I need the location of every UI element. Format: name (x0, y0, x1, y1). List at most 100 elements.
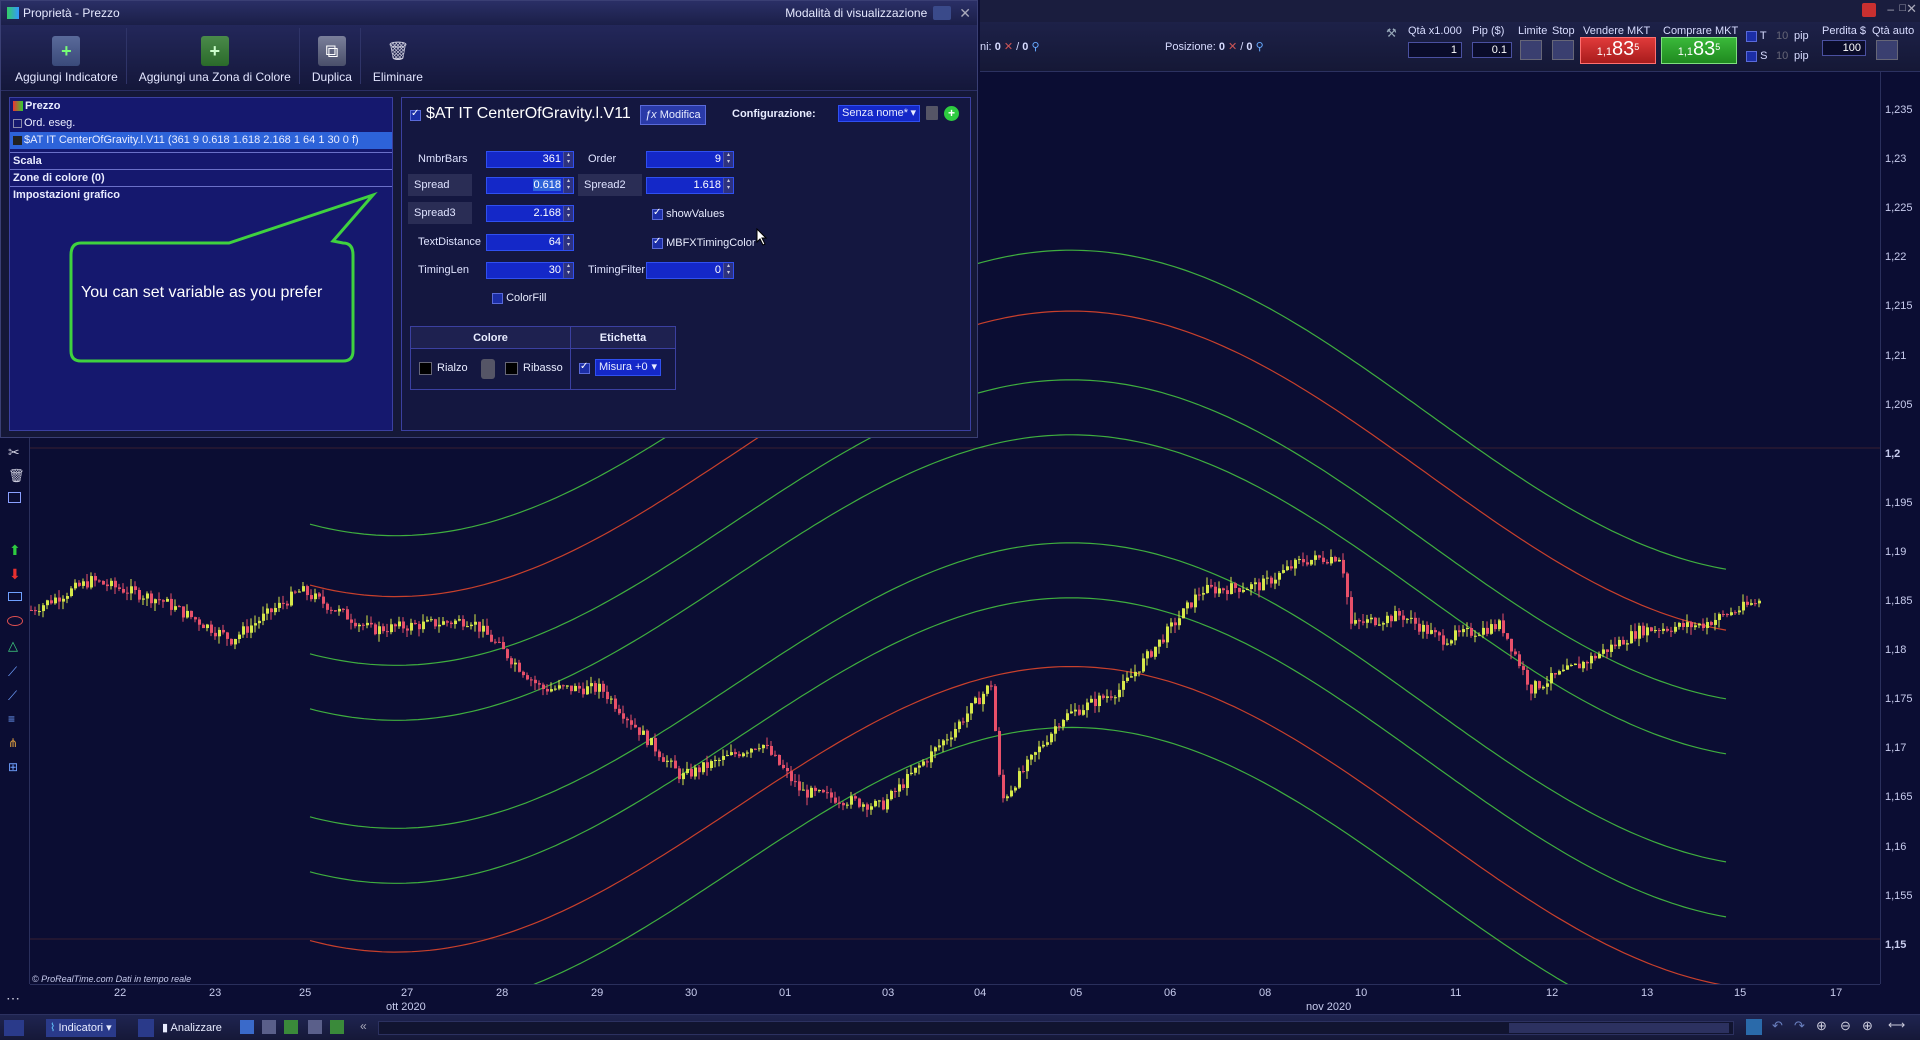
maximize-icon[interactable]: □ (1899, 2, 1906, 14)
zoom-out-icon[interactable]: ⊖ (1840, 1018, 1851, 1034)
candle-body (446, 621, 449, 623)
candle-body (394, 624, 397, 627)
timing-len-stepper[interactable]: ▴ ▾ (563, 263, 573, 278)
spreadsheet-icon[interactable] (284, 1020, 298, 1034)
qty-input[interactable]: 1 (1408, 42, 1462, 58)
price-axis[interactable]: 1,235 1,23 1,225 1,22 1,215 1,21 1,205 1,2 1,195… (1880, 72, 1920, 984)
candle-body (1738, 610, 1741, 613)
mbfx-timing-color-checkbox[interactable]: MBFXTimingColor (652, 236, 756, 249)
month-label: nov 2020 (1306, 1001, 1352, 1013)
spread3-stepper[interactable]: ▴ ▾ (563, 206, 573, 221)
candle-body (1050, 733, 1053, 743)
fibonacci-icon[interactable]: ⟋ (8, 688, 17, 704)
trash-icon[interactable]: 🗑 (8, 468, 25, 484)
price-tick-label: 1,155 (1885, 889, 1913, 902)
zoom-range-icon[interactable]: ⊕ (1816, 1018, 1827, 1034)
nmbr-bars-input[interactable]: 361 ▴ ▾ (486, 151, 574, 168)
candle-body (782, 764, 785, 768)
modify-button[interactable]: ƒx Modifica (640, 105, 706, 125)
order-input[interactable]: 9 ▴ ▾ (646, 151, 734, 168)
calendar-icon[interactable] (1746, 1019, 1762, 1035)
redo-icon[interactable]: ↷ (1794, 1018, 1805, 1034)
qty-auto-button[interactable] (1876, 40, 1898, 60)
buy-market-button[interactable]: 1,1835 (1661, 37, 1737, 64)
rectangle-select-icon[interactable] (8, 492, 21, 503)
export-icon[interactable] (330, 1020, 344, 1034)
close-dialog-icon[interactable]: ✕ (959, 5, 971, 22)
pitchfork-icon[interactable]: ⋔ (8, 736, 18, 750)
text-distance-input[interactable]: 64 ▴ ▾ (486, 234, 574, 251)
measure-label-checkbox[interactable] (579, 361, 590, 375)
rise-color-swatch[interactable] (419, 362, 432, 375)
wrench-icon[interactable]: ⚒ (1386, 26, 1397, 40)
zoom-in-icon[interactable]: ⊕ (1862, 1018, 1873, 1034)
triangle-icon[interactable]: △ (8, 638, 18, 654)
indicator-enabled-checkbox[interactable] (410, 108, 421, 122)
layout-icon[interactable] (240, 1020, 254, 1034)
loss-input[interactable]: 100 (1822, 40, 1866, 56)
spread-input[interactable]: 0.618 ▴ ▾ (486, 177, 574, 194)
take-profit-toggle[interactable]: T (1746, 30, 1767, 42)
candle-body (1346, 573, 1349, 598)
calculator-icon[interactable] (262, 1020, 276, 1034)
candle-body (1070, 711, 1073, 714)
trendline-icon[interactable]: ⟋ (8, 664, 17, 680)
spread3-input[interactable]: 2.168 ▴ ▾ (486, 205, 574, 222)
rectangle-icon[interactable] (8, 592, 22, 601)
close-window-icon[interactable]: ✕ (1906, 1, 1917, 17)
share-icon[interactable] (138, 1019, 154, 1037)
tp-pips[interactable]: 10 (1776, 30, 1788, 42)
stop-order-button[interactable] (1552, 40, 1574, 60)
color-fill-checkbox[interactable]: ColorFill (492, 292, 546, 304)
scroll-start-icon[interactable]: « (360, 1019, 367, 1033)
fall-color-swatch[interactable] (505, 362, 518, 375)
stop-loss-toggle[interactable]: S (1746, 50, 1767, 62)
timing-filter-input[interactable]: 0 ▴ ▾ (646, 262, 734, 279)
candle-body (1458, 630, 1461, 633)
undo-icon[interactable]: ↶ (1772, 1018, 1783, 1034)
limit-order-button[interactable] (1520, 40, 1542, 60)
candle-body (266, 608, 269, 614)
measure-icon[interactable]: ⊞ (8, 760, 18, 774)
candle-body (566, 685, 569, 687)
config-select[interactable]: Senza nome* ▾ (838, 105, 920, 122)
link-colors-icon[interactable] (481, 359, 495, 379)
ellipse-icon[interactable] (7, 616, 23, 626)
nmbr-bars-stepper[interactable]: ▴ ▾ (563, 152, 573, 167)
window-icon[interactable] (308, 1020, 322, 1034)
sl-pips[interactable]: 10 (1776, 50, 1788, 62)
candle-body (578, 685, 581, 689)
scrollbar-thumb[interactable] (1509, 1023, 1729, 1033)
timing-filter-stepper[interactable]: ▴ ▾ (723, 263, 733, 278)
analyze-button[interactable]: ▮ Analizzare (158, 1019, 226, 1037)
spread2-input[interactable]: 1.618 ▴ ▾ (646, 177, 734, 194)
show-values-checkbox[interactable]: showValues (652, 207, 725, 220)
alert-icon[interactable] (1862, 3, 1876, 17)
sell-arrow-icon[interactable]: ⬇ (9, 566, 21, 583)
candle-body (1198, 594, 1201, 596)
time-scrollbar[interactable] (378, 1021, 1734, 1035)
buy-arrow-icon[interactable]: ⬆ (9, 542, 21, 559)
candle-body (906, 774, 909, 789)
measure-select[interactable]: Misura +0 ▾ (595, 359, 661, 376)
view-mode-icon[interactable] (933, 6, 952, 20)
text-distance-stepper[interactable]: ▴ ▾ (563, 235, 573, 250)
timing-len-input[interactable]: 30 ▴ ▾ (486, 262, 574, 279)
tools-icon[interactable]: ✂ (8, 444, 20, 461)
save-config-icon[interactable] (926, 106, 938, 120)
order-stepper[interactable]: ▴ ▾ (723, 152, 733, 167)
time-axis[interactable]: 22 23 25 27 28 29 30 01 03 04 05 06 08 10 11 12 13 15 17 ot… (30, 984, 1880, 1014)
more-options-icon[interactable]: ⋯ (6, 990, 20, 1007)
spread2-stepper[interactable]: ▴ ▾ (723, 178, 733, 193)
indicators-button[interactable]: ⌇ Indicatori ▾ (46, 1019, 116, 1037)
time-tick-label: 22 (114, 987, 127, 999)
minimize-icon[interactable]: – (1887, 2, 1894, 16)
chart-type-icon[interactable] (4, 1020, 24, 1036)
add-config-icon[interactable]: + (944, 106, 959, 121)
channel-icon[interactable]: ≡ (8, 712, 15, 726)
pip-input[interactable]: 0.1 (1472, 42, 1512, 58)
spread-stepper[interactable]: ▴ ▾ (563, 178, 573, 193)
sell-market-button[interactable]: 1,1835 (1580, 37, 1656, 64)
candle-body (1138, 671, 1141, 673)
scale-icon[interactable]: ⟷ (1888, 1018, 1905, 1032)
